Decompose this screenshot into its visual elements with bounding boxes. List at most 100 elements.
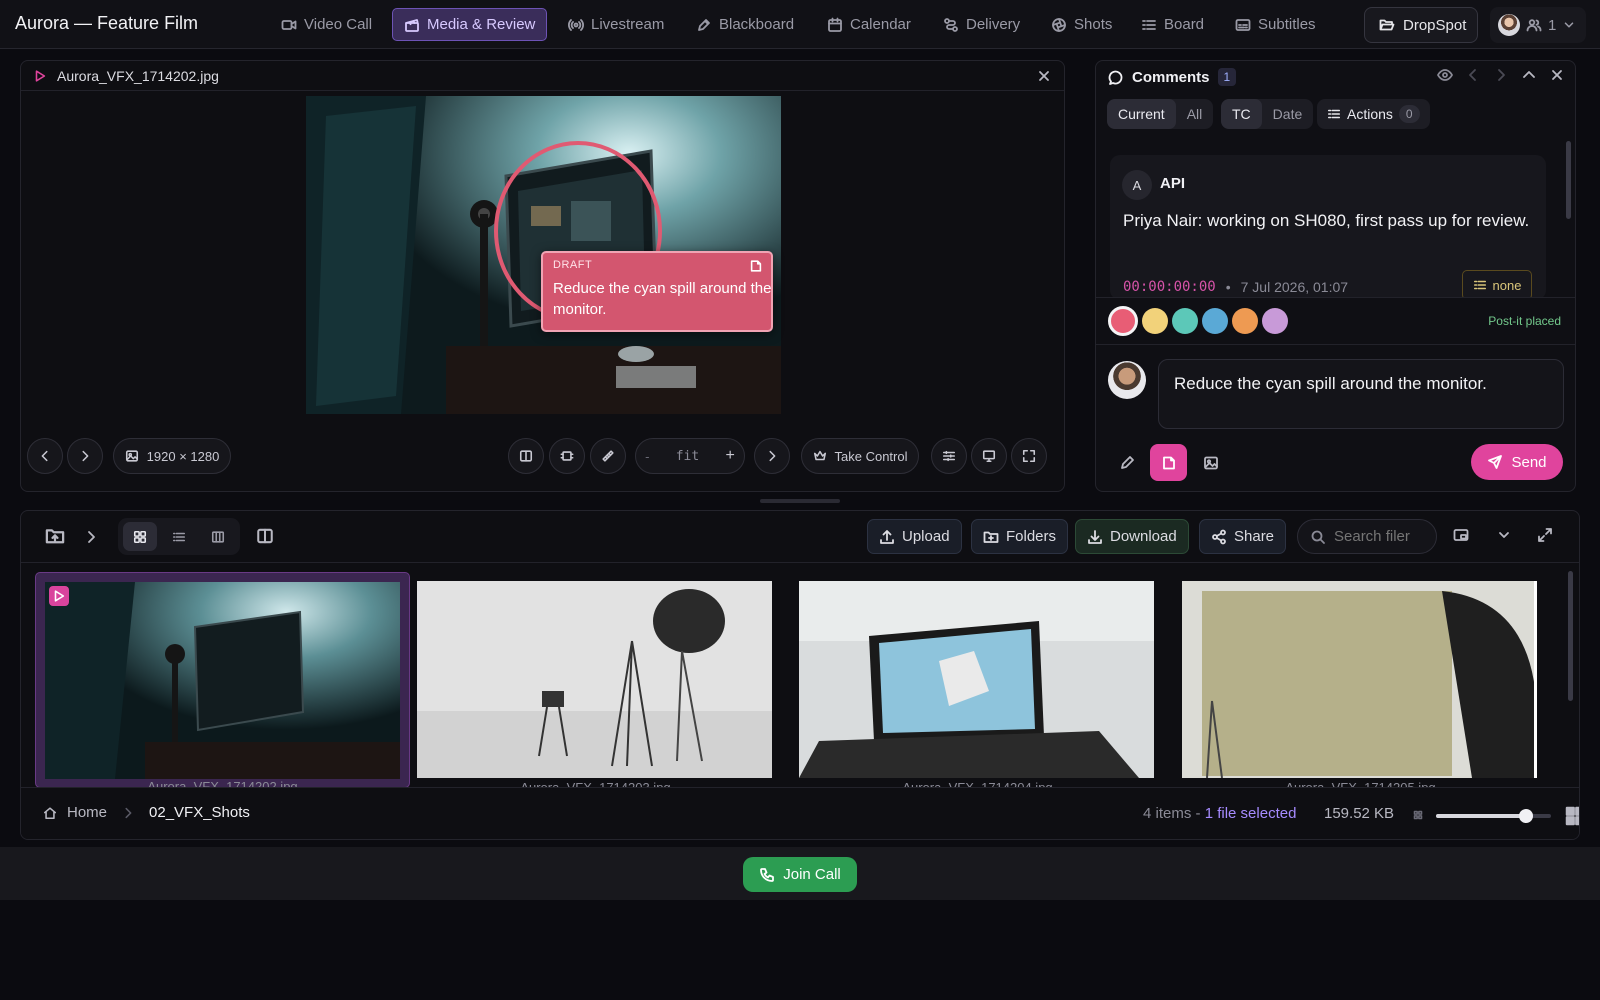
grid-large-icon[interactable] [1565, 806, 1580, 826]
thumbnail-size-slider[interactable] [1436, 806, 1551, 826]
settings-button[interactable] [931, 438, 967, 474]
list-view-button[interactable] [162, 522, 196, 551]
color-swatch-teal[interactable] [1172, 308, 1198, 334]
status-badge[interactable]: none [1462, 270, 1532, 300]
sidebar-toggle-icon[interactable] [256, 527, 274, 545]
fullscreen-button[interactable] [1011, 438, 1047, 474]
columns-icon [519, 450, 533, 462]
play-icon [35, 69, 46, 82]
color-swatch-purple[interactable] [1262, 308, 1288, 334]
close-icon[interactable] [1036, 68, 1052, 84]
column-view-button[interactable] [201, 522, 235, 551]
nav-blackboard[interactable]: Blackboard [685, 8, 805, 41]
search-input[interactable] [1334, 528, 1424, 545]
panel-resize-handle[interactable] [760, 499, 840, 503]
folders-label: Folders [1006, 528, 1057, 545]
take-control-button[interactable]: Take Control [801, 438, 919, 474]
breadcrumb-current[interactable]: 02_VFX_Shots [149, 804, 250, 821]
chevron-right-icon[interactable] [1493, 67, 1509, 83]
clapperboard-icon [405, 18, 419, 32]
files-scrollbar[interactable] [1568, 571, 1573, 701]
present-button[interactable] [971, 438, 1007, 474]
breadcrumb: Home 02_VFX_Shots [43, 804, 250, 821]
draft-postit[interactable]: DRAFT Reduce the cyan spill around the m… [541, 251, 773, 332]
nav-calendar[interactable]: Calendar [816, 8, 922, 41]
zoom-in-button[interactable]: + [725, 447, 734, 465]
color-swatch-red[interactable] [1108, 306, 1138, 336]
chevron-left-icon[interactable] [1465, 67, 1481, 83]
comment-meta: 00:00:00:00 • 7 Jul 2026, 01:07 [1123, 279, 1348, 295]
frame-button[interactable] [549, 438, 585, 474]
filter-all[interactable]: All [1176, 99, 1214, 129]
grid-view-button[interactable] [123, 522, 157, 551]
thumbnail-image [417, 581, 772, 778]
breadcrumb-home[interactable]: Home [67, 804, 107, 821]
chevron-up-icon[interactable] [1521, 67, 1537, 83]
file-tile[interactable]: Aurora_VFX_1714204.jpg [790, 572, 1165, 788]
file-thumbnail [45, 582, 400, 779]
color-swatch-blue[interactable] [1202, 308, 1228, 334]
status-label: none [1492, 277, 1522, 293]
nav-media-review[interactable]: Media & Review [392, 8, 548, 41]
search-field[interactable] [1297, 519, 1437, 554]
expand-icon[interactable] [1537, 527, 1553, 543]
phone-icon [760, 867, 775, 882]
zoom-control[interactable]: - fit + [635, 438, 745, 474]
user-menu[interactable]: 1 [1490, 7, 1586, 43]
upload-button[interactable]: Upload [867, 519, 962, 554]
slider-knob[interactable] [1518, 809, 1533, 823]
file-tile[interactable]: Aurora_VFX_1714205.jpg [1173, 572, 1548, 788]
nav-label: Subtitles [1258, 16, 1316, 33]
nav-board[interactable]: Board [1130, 8, 1215, 41]
nav-subtitles[interactable]: Subtitles [1224, 8, 1327, 41]
share-button[interactable]: Share [1199, 519, 1287, 554]
zoom-out-button[interactable]: - [645, 449, 649, 464]
forward-button[interactable] [754, 438, 790, 474]
call-bar: Join Call [0, 847, 1600, 900]
measure-button[interactable] [590, 438, 626, 474]
compare-button[interactable] [508, 438, 544, 474]
join-call-button[interactable]: Join Call [743, 857, 857, 892]
close-icon[interactable] [1549, 67, 1565, 83]
next-button[interactable] [67, 438, 103, 474]
comments-count: 1 [1217, 68, 1237, 86]
comment-card[interactable]: A API Priya Nair: working on SH080, firs… [1110, 155, 1546, 300]
eye-icon[interactable] [1437, 67, 1453, 83]
user-count: 1 [1548, 16, 1557, 34]
color-swatch-orange[interactable] [1232, 308, 1258, 334]
nav-video-call[interactable]: Video Call [270, 8, 383, 41]
filter-current[interactable]: Current [1107, 99, 1176, 129]
summary-separator: - [1195, 805, 1201, 822]
route-icon [944, 17, 958, 32]
nav-delivery[interactable]: Delivery [932, 8, 1031, 41]
chevron-right-icon[interactable] [83, 529, 99, 545]
comments-scrollbar[interactable] [1566, 141, 1571, 219]
thumbnail-image [1182, 581, 1537, 778]
picture-in-picture-icon[interactable] [1453, 527, 1469, 543]
postit-tool-button[interactable] [1150, 444, 1187, 481]
take-control-label: Take Control [834, 448, 908, 464]
color-swatch-yellow[interactable] [1142, 308, 1168, 334]
comment-input[interactable] [1158, 359, 1564, 429]
sort-date[interactable]: Date [1262, 99, 1314, 129]
dropspot-button[interactable]: DropSpot [1364, 7, 1478, 43]
chevron-down-icon[interactable] [1496, 527, 1512, 543]
file-tile[interactable]: Aurora_VFX_1714203.jpg [408, 572, 783, 788]
sort-tc[interactable]: TC [1221, 99, 1262, 129]
attach-image-button[interactable] [1192, 444, 1229, 481]
file-tile[interactable]: Aurora_VFX_1714202.jpg [35, 572, 410, 788]
draw-tool-button[interactable] [1108, 444, 1145, 481]
draft-text: Reduce the cyan spill around the monitor… [553, 280, 772, 318]
share-label: Share [1234, 528, 1275, 545]
nav-shots[interactable]: Shots [1040, 8, 1123, 41]
note-icon[interactable] [749, 259, 763, 273]
download-button[interactable]: Download [1075, 519, 1189, 554]
actions-filter[interactable]: Actions 0 [1317, 99, 1430, 129]
comment-timecode[interactable]: 00:00:00:00 [1123, 279, 1216, 295]
folder-up-icon[interactable] [45, 526, 65, 546]
nav-livestream[interactable]: Livestream [557, 8, 675, 41]
send-button[interactable]: Send [1471, 444, 1563, 480]
grid-small-icon [1413, 810, 1423, 820]
prev-button[interactable] [27, 438, 63, 474]
folders-button[interactable]: Folders [971, 519, 1069, 554]
